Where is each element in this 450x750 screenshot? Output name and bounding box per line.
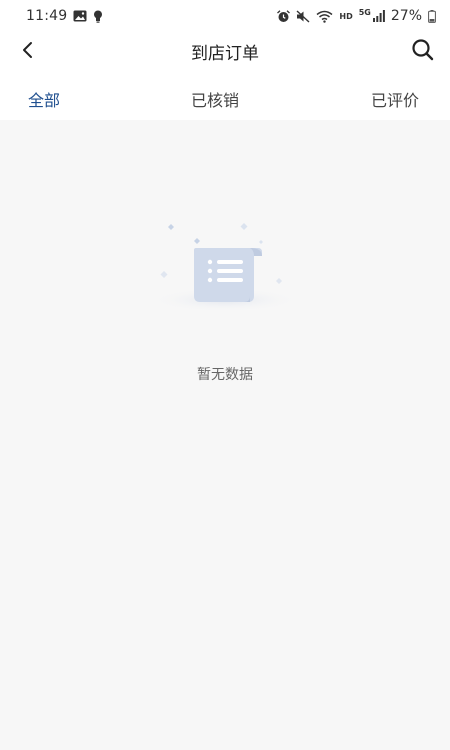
search-icon — [412, 39, 434, 61]
search-button[interactable] — [410, 37, 436, 63]
order-tabs: 全部 已核销 已评价 — [0, 68, 450, 120]
5g-signal-icon — [372, 10, 385, 22]
status-bar-right: HD 5G 27% — [277, 8, 436, 24]
image-icon — [73, 10, 87, 22]
battery-percentage: 27% — [390, 8, 422, 24]
tab-verified[interactable]: 已核销 — [191, 87, 239, 111]
mute-icon — [296, 9, 310, 23]
status-bar-left: 11:49 — [26, 8, 103, 24]
navigation-bar: 到店订单 — [0, 32, 450, 68]
wifi-icon — [316, 10, 333, 23]
status-bar: 11:49 HD 5G 27% — [0, 0, 450, 32]
empty-state: 暂无数据 — [0, 120, 450, 750]
status-time: 11:49 — [26, 8, 68, 24]
empty-document-icon — [150, 223, 300, 312]
tab-reviewed[interactable]: 已评价 — [371, 87, 419, 111]
battery-icon — [428, 9, 436, 23]
empty-message: 暂无数据 — [197, 367, 253, 383]
page-title: 到店订单 — [191, 44, 259, 64]
network-label: 5G — [358, 7, 371, 17]
hd-label: HD — [339, 11, 353, 21]
alarm-icon — [277, 9, 291, 23]
tab-all[interactable]: 全部 — [28, 87, 60, 111]
bulb-icon — [93, 10, 103, 23]
